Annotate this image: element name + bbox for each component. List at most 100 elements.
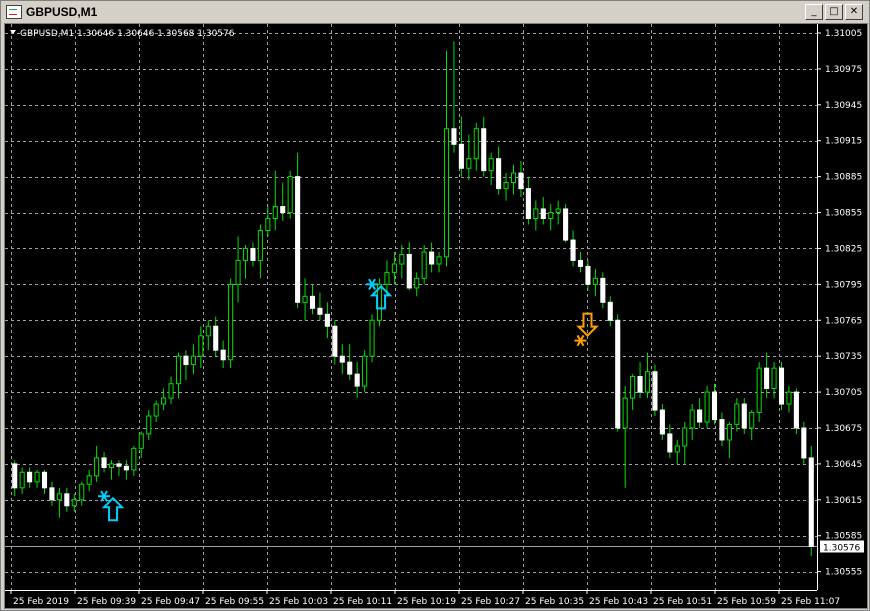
candle-body — [801, 427, 807, 459]
candle — [12, 460, 18, 497]
candle-body — [108, 463, 115, 468]
candle-body — [302, 295, 308, 303]
candle — [161, 388, 167, 411]
candle-body — [391, 263, 397, 273]
candle-body — [183, 355, 189, 366]
candle — [27, 467, 33, 488]
candle — [86, 469, 92, 492]
candle-body — [488, 158, 494, 172]
price-tick-label: 1.30735 — [825, 352, 862, 362]
candle-body — [205, 325, 211, 337]
candle — [615, 314, 621, 432]
candle — [317, 292, 323, 321]
candle — [630, 374, 636, 411]
candle — [369, 314, 375, 363]
maximize-button[interactable]: □ — [825, 4, 843, 20]
candle-body — [79, 483, 85, 501]
candle-body — [496, 158, 502, 190]
candle-body — [563, 208, 569, 241]
title-bar[interactable]: GBPUSD,M1 _ □ ✕ — [3, 3, 867, 21]
candle-body — [250, 247, 256, 261]
candle-body — [771, 367, 777, 389]
candle — [764, 352, 770, 399]
candle — [510, 164, 517, 195]
price-tick-label: 1.30795 — [825, 280, 862, 290]
candle-body — [220, 349, 226, 361]
price-tick-label: 1.30975 — [825, 65, 862, 75]
price-chart[interactable]: 1.31005 1.30975 1.30945 1.30915 1.30885 1.308… — [4, 23, 868, 609]
candle — [749, 410, 755, 440]
candle — [250, 242, 256, 267]
time-tick-label: 25 Feb 10:59 — [717, 597, 776, 607]
candle — [235, 236, 241, 303]
candle-body — [510, 172, 517, 184]
candle — [34, 469, 40, 488]
candle — [153, 400, 159, 423]
candle-body — [778, 367, 785, 405]
candle — [652, 364, 658, 417]
candle-body — [228, 283, 234, 361]
minimize-button[interactable]: _ — [805, 4, 823, 20]
candle-body — [540, 208, 546, 220]
candle-body — [369, 319, 375, 357]
candle — [213, 316, 219, 357]
candle-body — [347, 361, 353, 375]
candle — [548, 204, 554, 231]
candle-body — [309, 295, 316, 309]
candle-body — [161, 397, 167, 405]
current-price-label: 1.30576 — [823, 544, 860, 554]
candle — [719, 412, 725, 446]
candle — [570, 230, 576, 267]
candle-body — [600, 277, 606, 303]
candle — [711, 383, 718, 425]
candle-body — [466, 158, 472, 169]
candle — [79, 481, 85, 506]
candle — [659, 404, 665, 440]
candle-body — [592, 277, 598, 285]
candle-body — [451, 128, 457, 145]
candle — [704, 386, 710, 428]
candle — [94, 445, 100, 482]
candle — [205, 320, 211, 351]
candle — [473, 122, 479, 171]
close-button[interactable]: ✕ — [845, 4, 863, 20]
candle-body — [71, 499, 77, 507]
price-tick-label: 1.30615 — [825, 496, 862, 506]
candle — [183, 350, 189, 381]
candle-body — [518, 172, 524, 190]
candle-body — [295, 176, 301, 303]
candle — [116, 460, 122, 476]
candle — [808, 445, 814, 557]
candle — [644, 352, 651, 399]
caption-dropdown-icon[interactable] — [10, 30, 16, 34]
candle — [324, 302, 330, 339]
candle-body — [726, 423, 732, 441]
candle-body — [19, 471, 25, 489]
candle — [228, 278, 234, 369]
candle — [697, 398, 703, 428]
candle — [138, 431, 144, 458]
candle — [555, 200, 561, 225]
candle — [399, 244, 405, 279]
candle — [682, 422, 688, 464]
candle — [734, 398, 740, 432]
candle-body — [94, 457, 100, 477]
candle — [592, 268, 598, 297]
candle-body — [116, 463, 122, 467]
candle — [56, 487, 62, 518]
candle-body — [324, 313, 330, 327]
candle — [49, 481, 55, 506]
price-tick-label: 1.30855 — [825, 209, 862, 219]
candle-body — [41, 471, 48, 489]
candle-body — [711, 391, 718, 421]
candle — [257, 224, 263, 279]
price-tick-label: 1.30885 — [825, 173, 862, 183]
candle-body — [235, 259, 241, 285]
candle — [429, 242, 435, 273]
candle-body — [548, 212, 554, 220]
candle — [131, 445, 137, 476]
candle — [309, 284, 316, 315]
candlestick-chart[interactable]: 1.31005 1.30975 1.30945 1.30915 1.30885 1.308… — [5, 24, 867, 608]
candle — [607, 296, 613, 327]
candle — [458, 116, 464, 177]
